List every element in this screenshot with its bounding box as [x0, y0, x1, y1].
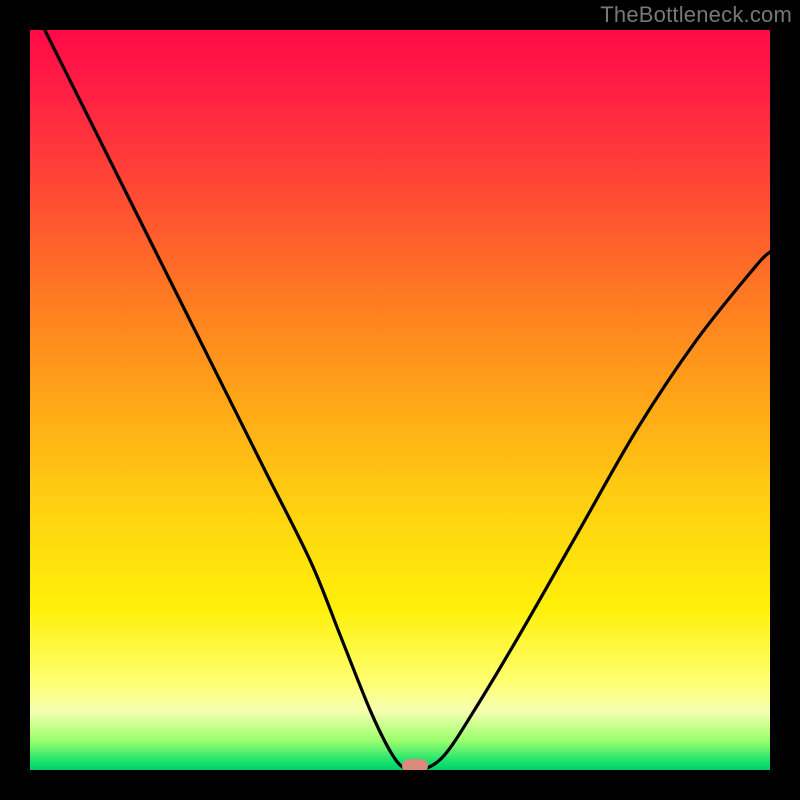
plot-area	[30, 30, 770, 770]
curve-layer	[30, 30, 770, 770]
chart-frame: TheBottleneck.com	[0, 0, 800, 800]
bottleneck-curve	[45, 30, 770, 770]
optimal-point-marker	[402, 759, 428, 770]
watermark-text: TheBottleneck.com	[600, 2, 792, 28]
